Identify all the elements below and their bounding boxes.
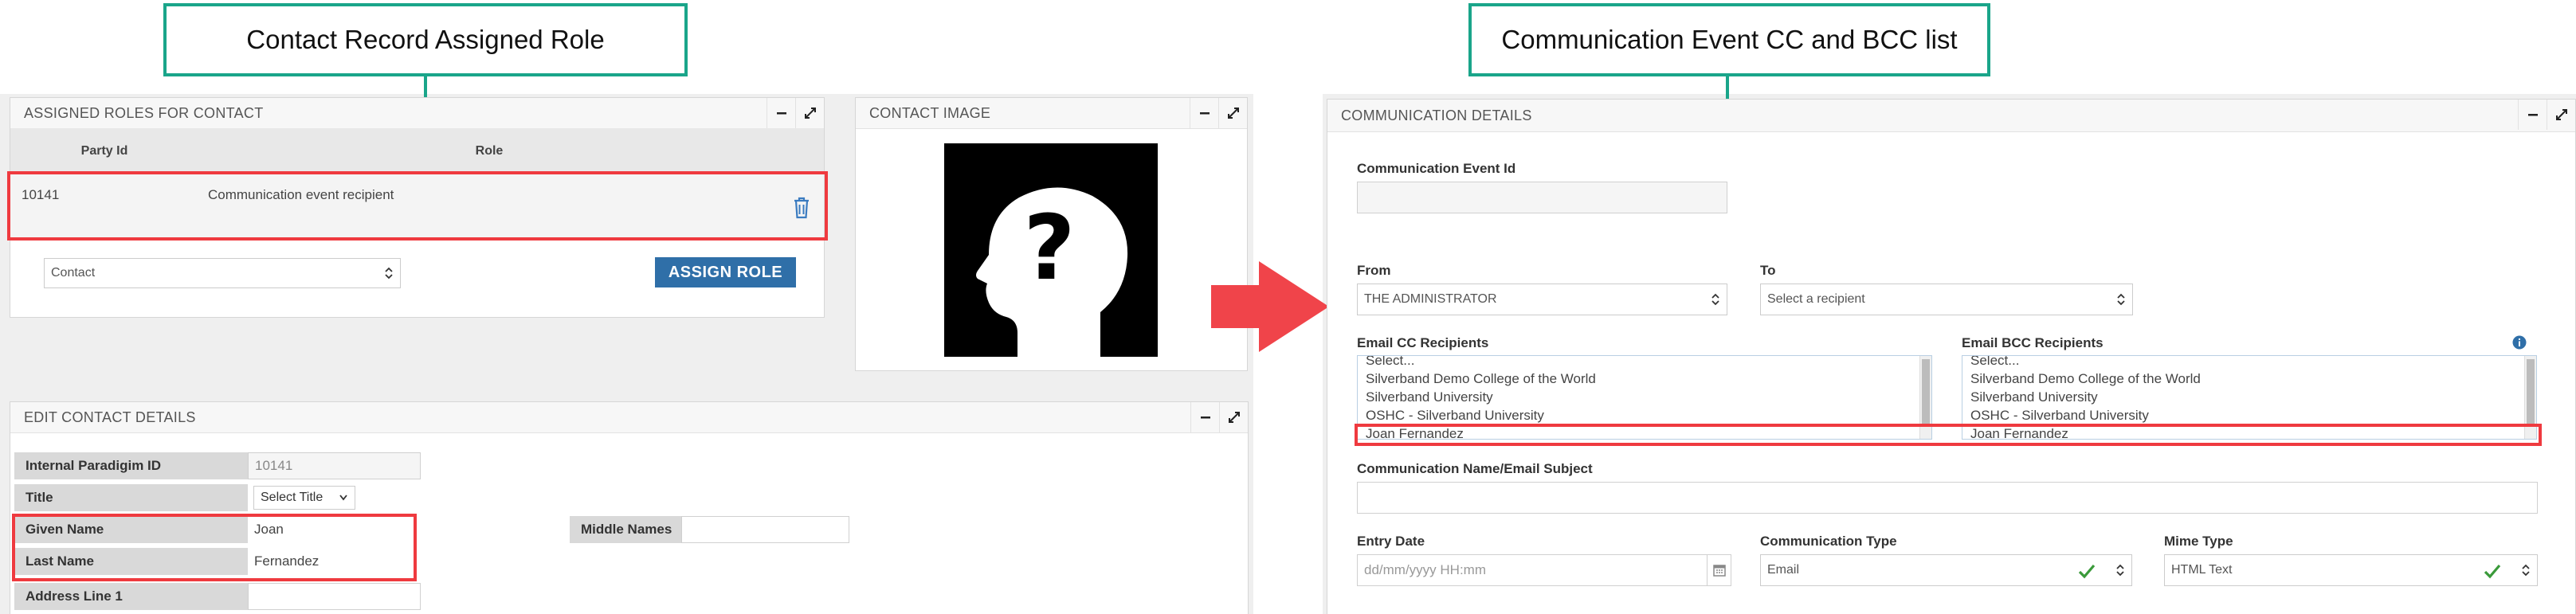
to-value: Select a recipient — [1767, 292, 1865, 306]
check-icon — [2078, 564, 2096, 579]
address-line1-label: Address Line 1 — [14, 583, 248, 610]
entry-date-label: Entry Date — [1357, 534, 1425, 549]
minimize-icon — [1199, 112, 1210, 115]
select-arrows-icon — [2117, 293, 2125, 306]
left-annotation-callout: Contact Record Assigned Role — [163, 3, 688, 76]
middle-names-label: Middle Names — [570, 516, 681, 543]
assigned-roles-title: ASSIGNED ROLES FOR CONTACT — [24, 104, 264, 121]
calendar-icon — [1712, 565, 1726, 577]
right-annotation-text: Communication Event CC and BCC list — [1501, 25, 1958, 54]
middle-names-input[interactable] — [681, 516, 849, 543]
from-label: From — [1357, 263, 1391, 278]
minimize-icon — [776, 112, 786, 115]
edit-contact-title: EDIT CONTACT DETAILS — [24, 409, 196, 425]
address-line1-input[interactable] — [248, 583, 421, 610]
transition-arrow-icon — [1211, 261, 1329, 352]
bcc-scroll-thumb[interactable] — [2527, 359, 2535, 424]
comm-type-label: Communication Type — [1760, 534, 1897, 549]
mime-type-select[interactable]: HTML Text — [2164, 554, 2538, 586]
mime-type-label: Mime Type — [2164, 534, 2233, 549]
select-arrows-icon — [1711, 293, 1719, 306]
internal-id-input: 10141 — [248, 452, 421, 479]
right-annotation-callout: Communication Event CC and BCC list — [1468, 3, 1990, 76]
to-label: To — [1760, 263, 1776, 278]
left-annotation-text: Contact Record Assigned Role — [246, 25, 605, 54]
to-select[interactable]: Select a recipient — [1760, 284, 2133, 315]
comm-type-select[interactable]: Email — [1760, 554, 2132, 586]
title-select[interactable]: Select Title — [253, 486, 355, 510]
assigned-roles-header: ASSIGNED ROLES FOR CONTACT — [10, 98, 824, 129]
role-type-select[interactable]: Contact — [44, 258, 401, 288]
svg-text:?: ? — [1024, 197, 1076, 300]
list-item[interactable]: OSHC - Silverband University — [1962, 406, 2536, 424]
column-header-party-id[interactable]: Party Id — [10, 128, 199, 174]
contact-image-header: CONTACT IMAGE — [856, 98, 1247, 129]
title-select-value: Select Title — [261, 491, 323, 504]
chevron-down-icon — [339, 495, 347, 501]
contact-image-title: CONTACT IMAGE — [869, 104, 991, 121]
assign-role-button[interactable]: ASSIGN ROLE — [655, 257, 796, 287]
minimize-icon — [1200, 417, 1210, 419]
from-value: THE ADMINISTRATOR — [1364, 292, 1497, 306]
bcc-recipients-label: Email BCC Recipients — [1962, 335, 2104, 350]
entry-date-input[interactable]: dd/mm/yyyy HH:mm — [1357, 554, 1708, 586]
expand-icon — [2555, 109, 2567, 120]
communication-details-title: COMMUNICATION DETAILS — [1341, 107, 1532, 123]
list-item[interactable]: Silverband University — [1358, 388, 1931, 406]
select-arrows-icon — [2522, 564, 2530, 577]
comm-type-value: Email — [1767, 563, 1800, 577]
internal-id-label: Internal Paradigim ID — [14, 452, 248, 479]
expand-button[interactable] — [795, 98, 824, 128]
expand-icon — [1228, 412, 1240, 423]
contact-placeholder-image: ? — [944, 143, 1158, 357]
name-fields-highlight — [12, 514, 417, 581]
expand-icon — [1227, 108, 1239, 119]
cc-recipients-label: Email CC Recipients — [1357, 335, 1489, 350]
list-item[interactable]: Silverband Demo College of the World — [1962, 370, 2536, 388]
minimize-button[interactable] — [1190, 402, 1219, 432]
info-icon[interactable] — [2512, 335, 2527, 350]
from-select[interactable]: THE ADMINISTRATOR — [1357, 284, 1727, 315]
edit-contact-header: EDIT CONTACT DETAILS — [10, 402, 1248, 433]
minimize-button[interactable] — [1190, 98, 1218, 128]
mime-type-value: HTML Text — [2171, 563, 2233, 577]
minimize-button[interactable] — [767, 98, 795, 128]
title-label: Title — [14, 484, 248, 511]
select-arrows-icon — [385, 267, 393, 280]
list-item[interactable]: Select... — [1962, 356, 2536, 370]
expand-button[interactable] — [1219, 402, 1248, 432]
role-type-value: Contact — [51, 266, 96, 280]
list-item[interactable]: OSHC - Silverband University — [1358, 406, 1931, 424]
subject-label: Communication Name/Email Subject — [1357, 461, 1593, 476]
cc-scroll-thumb[interactable] — [1922, 359, 1930, 424]
communication-details-header: COMMUNICATION DETAILS — [1327, 100, 2575, 132]
event-id-input — [1357, 182, 1727, 213]
column-header-role[interactable]: Role — [198, 128, 781, 174]
calendar-button[interactable] — [1708, 554, 1731, 586]
minimize-icon — [2527, 114, 2538, 116]
expand-icon — [804, 108, 816, 119]
list-item[interactable]: Select... — [1358, 356, 1931, 370]
column-header-actions — [780, 128, 824, 174]
list-item[interactable]: Silverband Demo College of the World — [1358, 370, 1931, 388]
select-arrows-icon — [2116, 564, 2124, 577]
event-id-label: Communication Event Id — [1357, 161, 1516, 176]
minimize-button[interactable] — [2518, 100, 2547, 130]
list-item[interactable]: Silverband University — [1962, 388, 2536, 406]
check-icon — [2484, 564, 2501, 579]
expand-button[interactable] — [1218, 98, 1247, 128]
role-row-highlight — [7, 171, 828, 241]
subject-input[interactable] — [1357, 482, 2538, 514]
recipient-highlight — [1355, 424, 2542, 446]
expand-button[interactable] — [2547, 100, 2575, 130]
